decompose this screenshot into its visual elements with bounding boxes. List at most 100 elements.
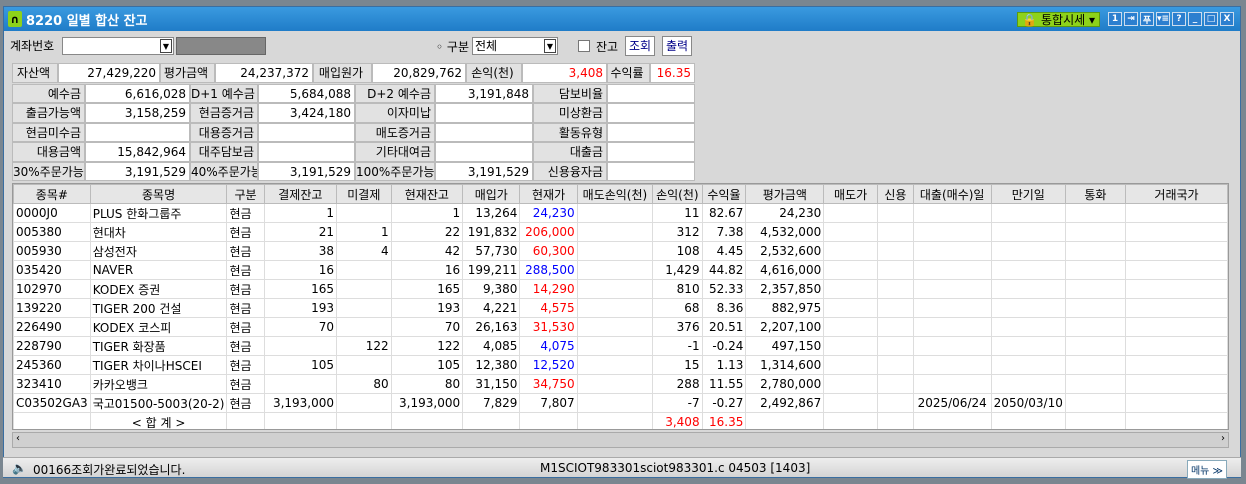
table-cell: 323410 [13,374,91,394]
table-cell [336,203,392,223]
column-header[interactable]: 종목명 [89,184,228,204]
detail-label: 30%주문가능 [12,161,85,181]
pl-label: 손익(천) [466,63,522,83]
table-cell: 122 [390,336,464,356]
table-cell [576,279,654,299]
market-dropdown[interactable]: 🔒 통합시세 ▾ [1017,12,1100,27]
column-header[interactable]: 평가금액 [745,184,825,204]
detail-value: 3,191,848 [435,84,533,104]
detail-value [607,103,695,123]
column-header[interactable]: 통화 [1064,184,1126,204]
column-header[interactable]: 현재가 [519,184,578,204]
table-cell [912,355,992,375]
column-header[interactable]: 손익(천) [652,184,703,204]
table-cell [1064,374,1126,394]
table-cell [1064,222,1126,242]
table-cell: 376 [652,317,703,337]
options-button[interactable]: ▾≡ [1156,12,1170,26]
table-row[interactable]: 323410 카카오뱅크 현금 80 80 31,150 34,750 288 11.55 2,7… [13,374,1228,394]
table-cell: 2,207,100 [745,317,825,337]
column-header[interactable]: 만기일 [990,184,1066,204]
table-cell: 42 [390,241,464,261]
print-button[interactable]: 출력 [662,36,693,56]
table-cell: 13,264 [462,203,521,223]
table-row[interactable]: 005930 삼성전자 현금 38 4 42 57,730 60,300 108 4.45 2,53… [13,241,1228,261]
table-cell: 2,532,600 [745,241,825,261]
column-header[interactable]: 결제잔고 [263,184,338,204]
column-header[interactable]: 신용 [877,184,914,204]
table-cell [336,260,392,280]
table-cell [823,336,879,356]
table-cell [990,412,1066,429]
column-header[interactable]: 미결제 [336,184,392,204]
table-cell: 102970 [13,279,91,299]
close-button[interactable]: X [1220,12,1234,26]
column-header[interactable]: 매입가 [462,184,521,204]
table-cell [912,374,992,394]
table-row[interactable]: 005380 현대차 현금 21 1 22 191,832 206,000 312 7.38 4,5… [13,222,1228,242]
table-row[interactable]: 245360 TIGER 차이나HSCEI 현금 105 105 12,380 12,520… [13,355,1228,375]
column-header[interactable]: 종목# [13,184,91,204]
detail-value [258,122,355,143]
type-label: ◦ 구분 [436,40,469,54]
table-cell: 68 [652,298,703,318]
account-name-field [176,37,266,55]
column-header[interactable]: 매도가 [823,184,879,204]
table-cell: 현금 [226,393,265,413]
column-header[interactable]: 매도손익(천) [576,184,654,204]
table-row[interactable]: 228790 TIGER 화장품 현금 122 122 4,085 4,075 -1 -0.24… [13,336,1228,356]
table-row[interactable]: 102970 KODEX 증권 현금 165 165 9,380 14,290 810 52.3… [13,279,1228,299]
type-select[interactable]: 전체 ▼ [472,37,558,55]
table-cell [1124,393,1228,413]
table-cell [823,355,879,375]
table-cell [912,260,992,280]
table-row[interactable]: 0000J0 PLUS 한화그룹주 현금 1 1 13,264 24,230 11 82.67 2… [13,203,1228,223]
pin-button[interactable]: 푸 [1140,12,1154,26]
table-row[interactable]: 139220 TIGER 200 건설 현금 193 193 4,221 4,575 68 8.… [13,298,1228,318]
table-cell [336,393,392,413]
table-cell [1124,355,1228,375]
table-cell: 9,380 [462,279,521,299]
table-cell: TIGER 200 건설 [89,298,228,318]
table-cell: 44.82 [701,260,747,280]
table-cell: 2050/03/10 [990,393,1066,413]
table-row[interactable]: C03502GA3 국고01500-5003(20-2) 현금 3,193,000 3,… [13,393,1228,413]
table-cell: 199,211 [462,260,521,280]
table-cell: 삼성전자 [89,241,228,261]
scroll-right-icon[interactable]: › [1221,433,1225,444]
scroll-left-icon[interactable]: ‹ [16,433,20,444]
table-row[interactable]: 035420 NAVER 현금 16 16 199,211 288,500 1,429 44.8… [13,260,1228,280]
screen-number-button[interactable]: 1 [1108,12,1122,26]
column-header[interactable]: 거래국가 [1124,184,1228,204]
table-row[interactable]: 226490 KODEX 코스피 현금 70 70 26,163 31,530 376 20.5… [13,317,1228,337]
link-button[interactable]: ⇥ [1124,12,1138,26]
horizontal-scrollbar[interactable]: ‹ › [12,432,1229,448]
table-cell: 4,575 [519,298,578,318]
help-button[interactable]: ? [1172,12,1186,26]
table-cell [462,412,521,429]
table-cell [990,203,1066,223]
table-cell: 15 [652,355,703,375]
table-cell [912,412,992,429]
minimize-button[interactable]: _ [1188,12,1202,26]
query-button[interactable]: 조회 [625,36,656,56]
table-cell: 1.13 [701,355,747,375]
menu-button[interactable]: 메뉴 ≫ [1186,460,1227,479]
table-cell [1124,203,1228,223]
column-header[interactable]: 구분 [226,184,265,204]
table-cell: 현금 [226,374,265,394]
maximize-button[interactable]: □ [1204,12,1218,26]
column-header[interactable]: 현재잔고 [390,184,464,204]
column-header[interactable]: 수익율 [701,184,747,204]
table-cell: 1 [390,203,464,223]
balance-checkbox[interactable] [578,40,590,52]
table-cell [1124,317,1228,337]
account-select[interactable]: ▼ [62,37,174,55]
table-cell: 226490 [13,317,91,337]
table-cell: 105 [263,355,338,375]
rate-label: 수익률 [607,63,650,83]
table-cell: 1 [336,222,392,242]
column-header[interactable]: 대출(매수)일 [912,184,992,204]
table-cell: 882,975 [745,298,825,318]
app-logo-icon: ∩ [8,11,22,27]
